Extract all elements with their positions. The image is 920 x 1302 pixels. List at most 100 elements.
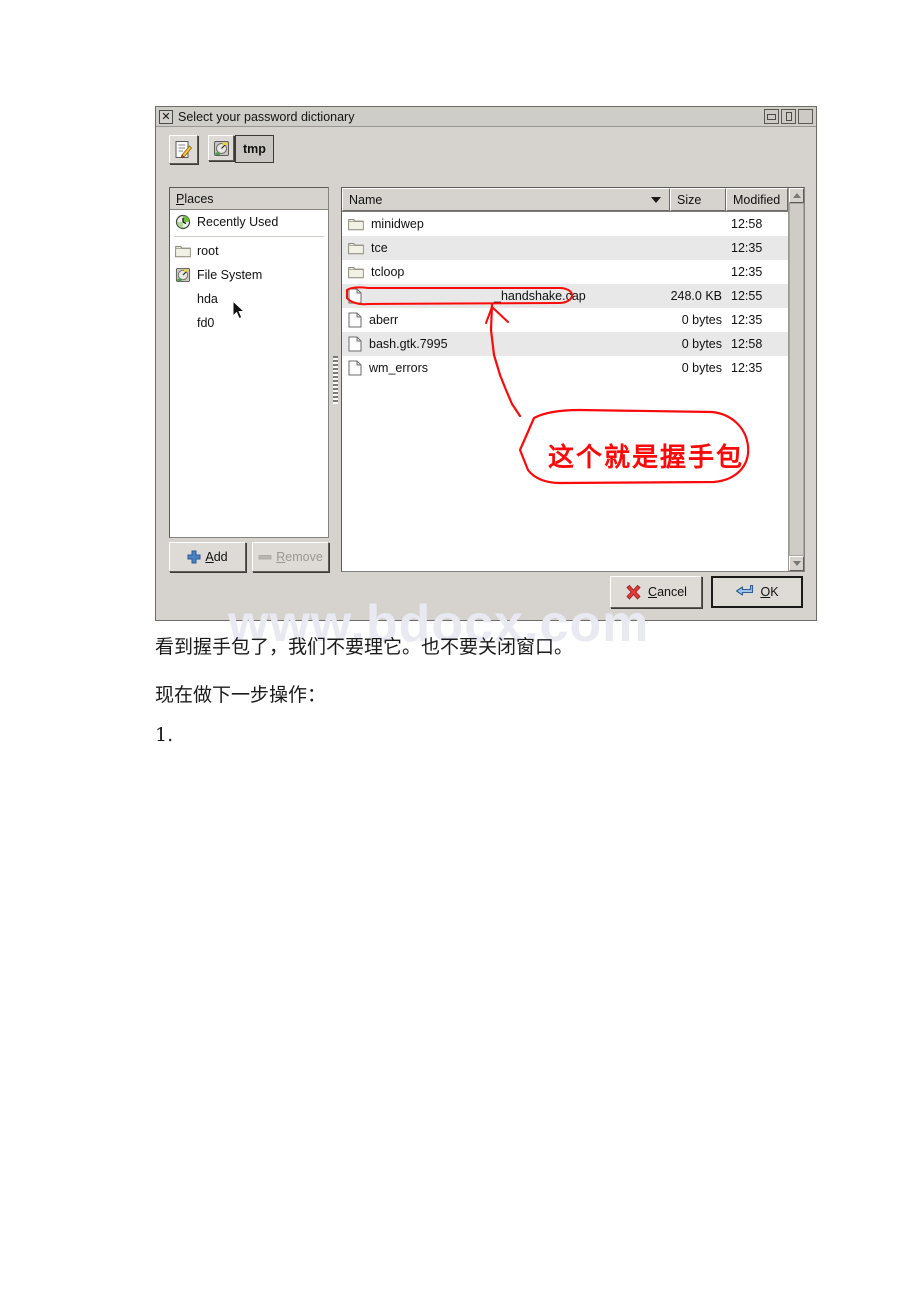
pencil-document-icon — [175, 140, 193, 158]
cancel-button-label: Cancel — [648, 585, 687, 599]
page-list-item-1: 1. — [155, 724, 174, 746]
ok-button[interactable]: OK — [711, 576, 803, 608]
scroll-down-button[interactable] — [789, 556, 804, 571]
column-header-modified-label: Modified — [733, 192, 781, 207]
sidebar-item-fd0[interactable]: fd0 — [170, 311, 328, 335]
file-name-cell: aberr — [342, 312, 670, 328]
maximize-icon — [785, 112, 792, 121]
places-pane: Places Recently Used root File System hd… — [169, 187, 329, 572]
breadcrumb-root-button[interactable] — [208, 135, 234, 161]
file-modified-cell: 12:35 — [731, 241, 763, 255]
folder-icon — [348, 243, 364, 255]
column-header-name-label: Name — [349, 192, 383, 207]
file-name-label: tcloop — [371, 265, 405, 279]
file-size-cell: 248.0 KB — [670, 289, 722, 303]
ok-button-label: OK — [760, 585, 779, 599]
table-row[interactable]: _handshake.cap 248.0 KB 12:55 — [342, 284, 788, 308]
sidebar-item-label: File System — [197, 268, 263, 282]
table-row[interactable]: tce 12:35 — [342, 236, 788, 260]
file-name-label: minidwep — [371, 217, 424, 231]
minus-icon — [258, 555, 272, 560]
sidebar-item-file-system[interactable]: File System — [170, 263, 328, 287]
file-modified-cell: 12:58 — [731, 337, 763, 351]
plus-icon — [187, 550, 201, 564]
places-list: Places Recently Used root File System hd… — [169, 187, 329, 538]
chevron-up-icon — [792, 193, 801, 198]
file-name-cell: minidwep — [342, 217, 670, 231]
recent-clock-icon — [175, 214, 191, 230]
file-name-label: _handshake.cap — [494, 289, 586, 303]
places-header[interactable]: Places — [170, 188, 328, 210]
maximize-button[interactable] — [781, 109, 796, 124]
dialog-title: Select your password dictionary — [178, 109, 355, 124]
table-row[interactable]: aberr 0 bytes 12:35 — [342, 308, 788, 332]
places-separator — [174, 236, 324, 237]
column-header-name[interactable]: Name — [342, 188, 670, 211]
file-name-cell: bash.gtk.7995 — [342, 336, 670, 352]
file-modified-cell: 12:35 — [731, 361, 763, 375]
file-name-label: bash.gtk.7995 — [369, 337, 448, 351]
file-name-cell: wm_errors — [342, 360, 670, 376]
dialog-panes: Places Recently Used root File System hd… — [169, 187, 805, 572]
add-button[interactable]: Add — [169, 542, 246, 572]
page-paragraph-1: 看到握手包了，我们不要理它。也不要关闭窗口。 — [155, 636, 574, 658]
scrollbar-track[interactable] — [789, 203, 804, 556]
sidebar-item-hda[interactable]: hda — [170, 287, 328, 311]
dialog-action-buttons: Cancel OK — [610, 576, 803, 608]
pane-resize-handle[interactable] — [329, 187, 341, 572]
folder-icon — [175, 246, 191, 258]
file-name-cell: tcloop — [342, 265, 670, 279]
folder-icon — [348, 267, 364, 279]
type-filename-button[interactable] — [169, 134, 198, 164]
places-buttons: Add Remove — [169, 542, 329, 572]
minimize-button[interactable] — [764, 109, 779, 124]
annotation-text: 这个就是握手包 — [548, 443, 745, 473]
add-button-label: Add — [205, 550, 228, 564]
folder-icon — [348, 219, 364, 231]
file-icon — [348, 360, 362, 376]
file-name-cell: tce — [342, 241, 670, 255]
harddisk-icon — [213, 140, 229, 156]
table-row[interactable]: bash.gtk.7995 0 bytes 12:58 — [342, 332, 788, 356]
scroll-up-button[interactable] — [789, 188, 804, 203]
remove-button[interactable]: Remove — [252, 542, 329, 572]
grip-dots-icon — [332, 355, 338, 404]
mouse-pointer-icon — [232, 300, 246, 320]
sidebar-item-label: root — [197, 244, 219, 258]
file-modified-cell: 12:58 — [731, 217, 763, 231]
table-row[interactable]: tcloop 12:35 — [342, 260, 788, 284]
table-row[interactable]: wm_errors 0 bytes 12:35 — [342, 356, 788, 380]
file-list-header: Name Size Modified — [342, 188, 788, 212]
file-chooser-dialog: ✕ Select your password dictionary tmp Pl… — [155, 106, 817, 621]
chevron-down-icon — [792, 561, 801, 566]
file-size-cell: 0 bytes — [681, 361, 722, 375]
restore-button[interactable] — [798, 109, 813, 124]
breadcrumb-tmp-button[interactable]: tmp — [235, 135, 274, 163]
file-list-scrollbar[interactable] — [788, 188, 804, 571]
remove-button-label: Remove — [276, 550, 323, 564]
file-size-cell: 0 bytes — [681, 313, 722, 327]
file-name-label: aberr — [369, 313, 399, 327]
dialog-toolbar: tmp — [156, 127, 816, 171]
window-controls — [764, 109, 813, 124]
sidebar-item-label: hda — [197, 292, 218, 306]
sidebar-item-recently-used[interactable]: Recently Used — [170, 210, 328, 234]
red-x-icon — [626, 584, 641, 600]
file-list-pane: Name Size Modified minidwep 12:58 tce 12… — [341, 187, 805, 572]
file-name-cell: _handshake.cap — [342, 288, 670, 304]
dialog-titlebar: ✕ Select your password dictionary — [156, 107, 816, 127]
file-icon — [348, 336, 362, 352]
close-icon[interactable]: ✕ — [159, 109, 173, 124]
column-header-modified[interactable]: Modified — [726, 188, 788, 211]
sidebar-item-label: fd0 — [197, 316, 215, 330]
minimize-icon — [767, 113, 776, 120]
file-name-label-redacted — [369, 289, 487, 303]
path-breadcrumb: tmp — [208, 135, 274, 163]
table-row[interactable]: minidwep 12:58 — [342, 212, 788, 236]
cancel-button[interactable]: Cancel — [610, 576, 702, 608]
sidebar-item-root[interactable]: root — [170, 239, 328, 263]
file-list-rows: minidwep 12:58 tce 12:35 tcloop 12:35 _h… — [342, 212, 788, 571]
column-header-size[interactable]: Size — [670, 188, 726, 211]
file-name-label: tce — [371, 241, 388, 255]
file-name-label: wm_errors — [369, 361, 429, 375]
